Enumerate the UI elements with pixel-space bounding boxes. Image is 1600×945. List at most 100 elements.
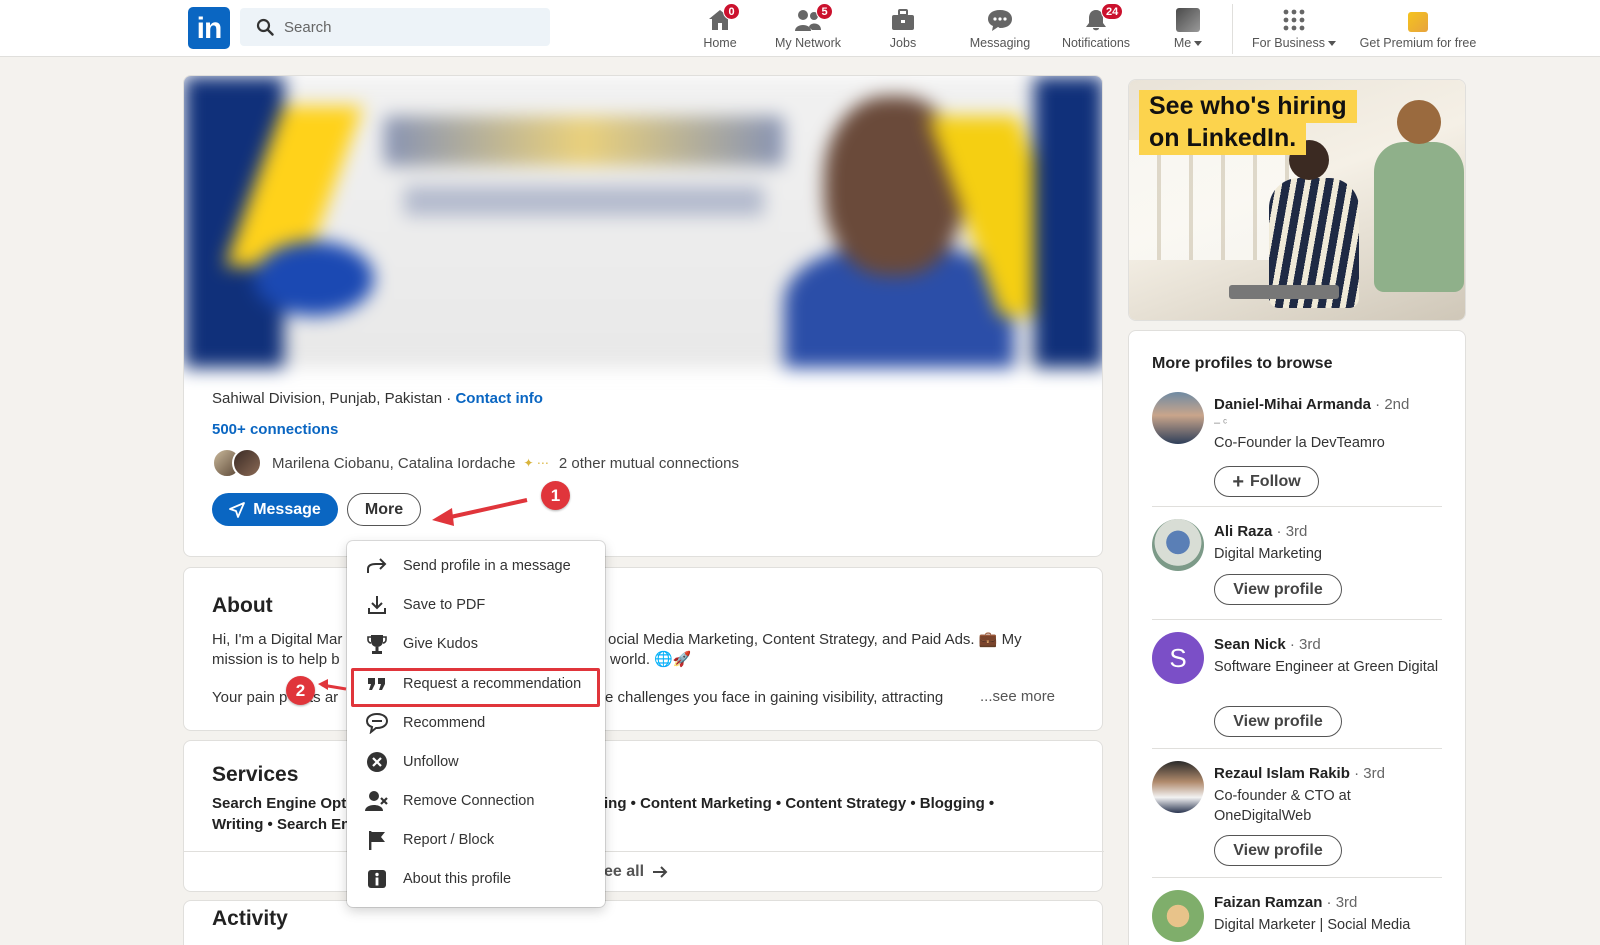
nav-my-network[interactable]: 5 My Network [768, 3, 848, 54]
nav-jobs[interactable]: Jobs [878, 4, 928, 54]
avatar-icon [1176, 8, 1200, 32]
person-name[interactable]: Rezaul Islam Rakib · 3rd [1214, 765, 1385, 782]
mutual-names: Marilena Ciobanu, Catalina Iordache [272, 454, 516, 472]
person-name[interactable]: Daniel-Mihai Armanda · 2nd [1214, 396, 1409, 413]
person-name[interactable]: Ali Raza · 3rd [1214, 523, 1307, 540]
plus-icon: + [1232, 470, 1245, 493]
mutual-connections[interactable]: Marilena Ciobanu, Catalina Iordache ✦ ⋯ … [212, 448, 739, 478]
person-headline: Digital Marketing [1214, 546, 1322, 562]
top-navigation: in 0 Home 5 My Network Jobs Messaging [0, 0, 1600, 57]
see-all-label: ee all [604, 863, 645, 880]
x-circle-icon [367, 752, 387, 772]
view-profile-button[interactable]: View profile [1214, 706, 1342, 737]
services-section: Services Search Engine Opti ing • Conten… [183, 740, 1104, 892]
nav-jobs-label: Jobs [889, 36, 917, 50]
nav-divider [1232, 4, 1233, 54]
avatar[interactable] [1152, 761, 1204, 813]
menu-item-unfollow[interactable]: Unfollow [347, 744, 605, 780]
emoji-icon: ✦ ⋯ [523, 456, 549, 470]
about-section: About Hi, I'm a Digital Mar ocial Media … [183, 567, 1103, 731]
flag-icon [369, 831, 385, 850]
list-item: Rezaul Islam Rakib · 3rd Co-founder & CT… [1152, 761, 1447, 866]
profile-location: Sahiwal Division, Punjab, Pakistan · Con… [212, 390, 543, 407]
nav-notifications[interactable]: 24 Notifications [1056, 3, 1136, 54]
person-name[interactable]: Faizan Ramzan · 3rd [1214, 894, 1357, 911]
message-button[interactable]: Message [212, 493, 338, 526]
divider [1152, 877, 1442, 878]
menu-item-about-profile[interactable]: About this profile [347, 861, 605, 897]
nav-home-label: Home [703, 36, 737, 50]
annotation-highlight-box [351, 668, 600, 707]
view-profile-button[interactable]: View profile [1214, 835, 1342, 866]
ad-headline: on LinkedIn. [1139, 122, 1307, 155]
divider [1152, 619, 1442, 620]
menu-item-label: Remove Connection [403, 793, 535, 809]
annotation-step-1: 1 [541, 481, 570, 510]
services-text: Writing • Search En [212, 816, 351, 833]
about-text: mission is to help b [212, 651, 340, 668]
services-title: Services [212, 763, 299, 786]
home-badge: 0 [723, 3, 740, 20]
nav-messaging[interactable]: Messaging [962, 4, 1038, 54]
nav-premium-label: Get Premium for free [1359, 36, 1477, 50]
person-subline: – ᶜ [1214, 417, 1228, 429]
menu-item-save-pdf[interactable]: Save to PDF [347, 587, 605, 623]
search-icon [256, 18, 274, 36]
menu-item-send-profile[interactable]: Send profile in a message [347, 548, 605, 584]
avatar[interactable]: S [1152, 632, 1204, 684]
see-all-services-link[interactable]: ee all [604, 863, 668, 881]
linkedin-logo[interactable]: in [188, 7, 230, 49]
nav-for-business[interactable]: For Business [1242, 4, 1346, 54]
menu-item-label: Report / Block [403, 832, 495, 848]
connections-link[interactable]: 500+ connections [212, 421, 338, 438]
person-name[interactable]: Sean Nick · 3rd [1214, 636, 1321, 653]
nav-me-label: Me [1160, 36, 1216, 50]
list-item: Ali Raza · 3rd Digital Marketing View pr… [1152, 519, 1447, 609]
menu-item-label: Give Kudos [403, 636, 478, 652]
services-text: Search Engine Opti [212, 795, 351, 812]
menu-item-recommend[interactable]: Recommend [347, 705, 605, 741]
nav-home[interactable]: 0 Home [695, 3, 745, 54]
briefcase-icon [892, 9, 914, 30]
search-bar[interactable] [240, 8, 550, 46]
avatar[interactable] [1152, 392, 1204, 444]
notifications-badge: 24 [1101, 3, 1124, 20]
about-text: Your pain p [212, 689, 288, 706]
premium-ad[interactable]: See who's hiring on LinkedIn. [1128, 79, 1466, 321]
more-profiles-panel: More profiles to browse Daniel-Mihai Arm… [1128, 330, 1466, 945]
person-headline: Software Engineer at Green Digital [1214, 659, 1439, 675]
share-arrow-icon [367, 558, 387, 573]
menu-item-remove-connection[interactable]: Remove Connection [347, 783, 605, 819]
location-text: Sahiwal Division, Punjab, Pakistan [212, 390, 443, 407]
menu-item-label: Unfollow [403, 754, 459, 770]
avatar[interactable] [1152, 519, 1204, 571]
follow-button[interactable]: + Follow [1214, 466, 1319, 497]
contact-info-link[interactable]: Contact info [455, 390, 543, 407]
see-more-link[interactable]: ...see more [980, 688, 1055, 705]
nav-notifications-label: Notifications [1061, 36, 1131, 50]
menu-item-give-kudos[interactable]: Give Kudos [347, 626, 605, 662]
chat-icon [988, 10, 1012, 31]
avatar[interactable] [1152, 890, 1204, 942]
view-profile-button[interactable]: View profile [1214, 574, 1342, 605]
chevron-down-icon [1327, 41, 1336, 47]
menu-item-label: Send profile in a message [403, 558, 571, 574]
more-button[interactable]: More [347, 493, 421, 526]
download-icon [368, 596, 386, 614]
nav-for-business-label: For Business [1242, 36, 1346, 50]
menu-item-report-block[interactable]: Report / Block [347, 822, 605, 858]
person-headline: Co-founder & CTO at OneDigitalWeb [1214, 788, 1351, 824]
list-item: Daniel-Mihai Armanda · 2nd – ᶜ Co-Founde… [1152, 392, 1447, 502]
about-text: ocial Media Marketing, Content Strategy,… [608, 631, 1022, 648]
ad-headline: See who's hiring [1139, 90, 1357, 123]
nav-me[interactable]: Me [1160, 4, 1216, 54]
nav-premium[interactable]: Get Premium for free [1352, 4, 1484, 54]
services-text: ing • Content Marketing • Content Strate… [604, 795, 995, 812]
about-text: e challenges you face in gaining visibil… [605, 689, 944, 706]
divider [1152, 748, 1442, 749]
search-input[interactable] [284, 8, 534, 46]
menu-item-label: About this profile [403, 871, 512, 887]
menu-item-label: Save to PDF [403, 597, 486, 613]
profile-banner-blurred [184, 76, 1102, 368]
activity-title: Activity [212, 907, 288, 930]
